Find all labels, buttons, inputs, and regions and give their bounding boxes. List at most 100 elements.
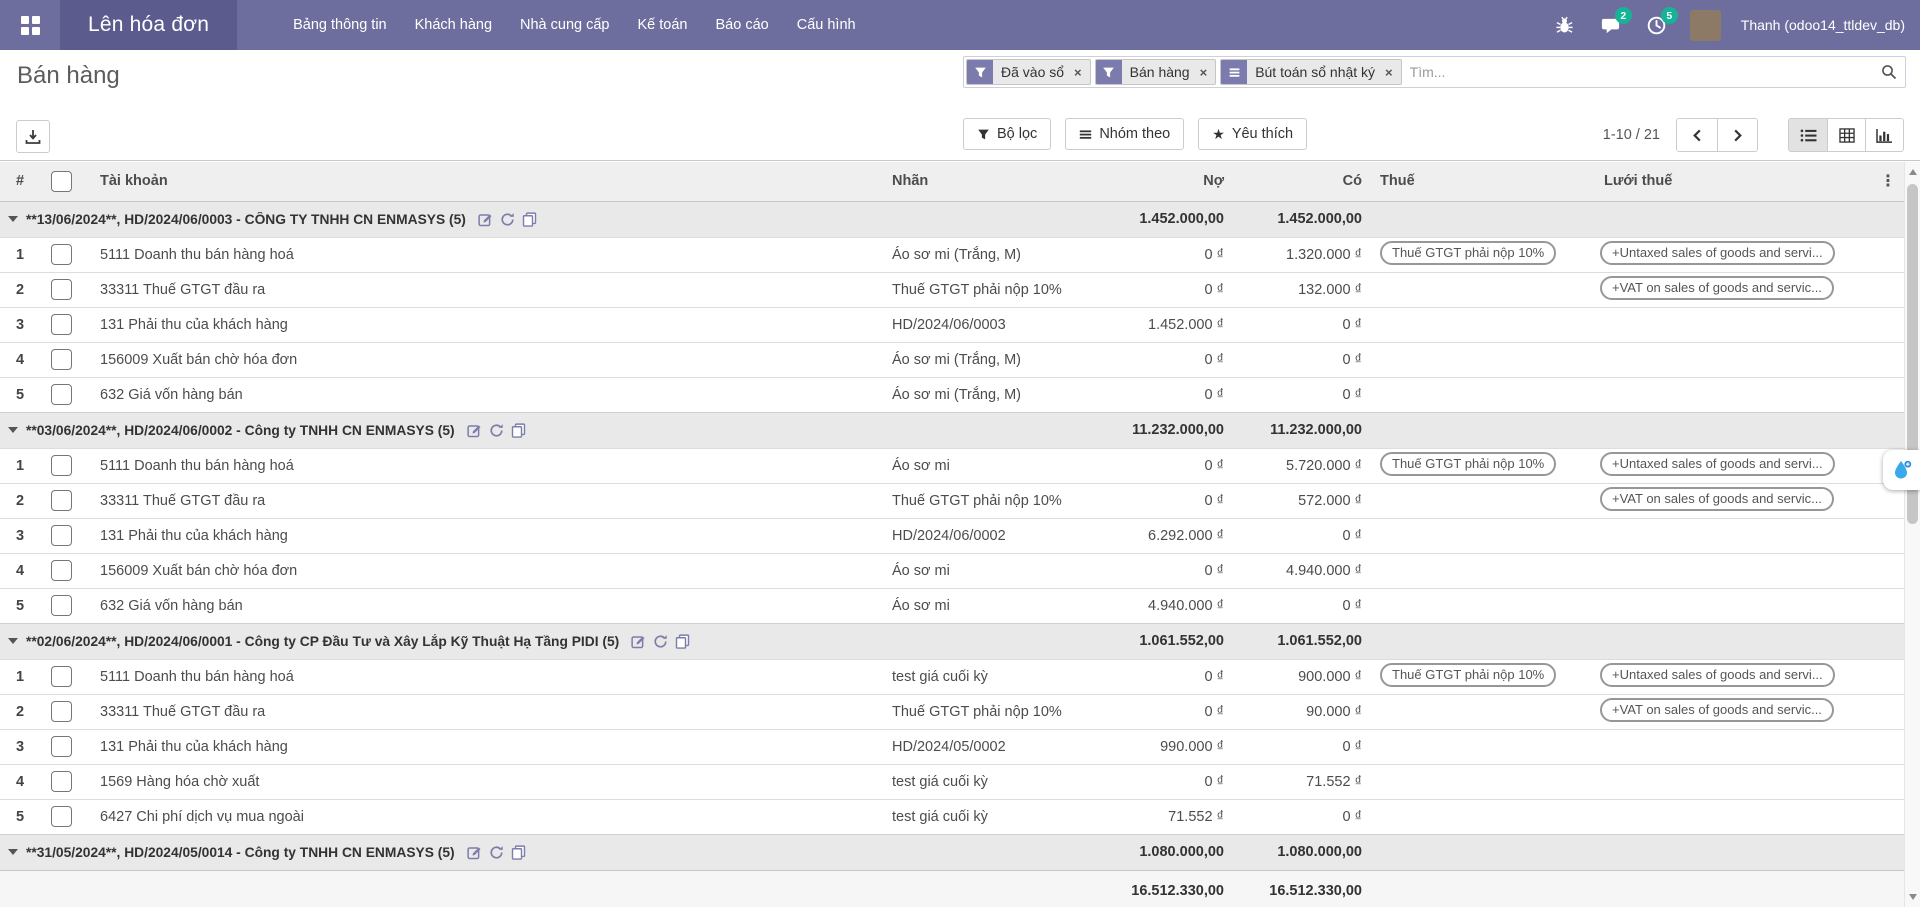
column-header-debit[interactable]: Nợ <box>1080 162 1232 201</box>
table-row[interactable]: 3131 Phải thu của khách hàngHD/2024/06/0… <box>0 307 1904 342</box>
nav-menu-3[interactable]: Kế toán <box>624 0 702 50</box>
account-cell[interactable]: 131 Phải thu của khách hàng <box>86 307 884 342</box>
optional-columns-toggle[interactable]: ⋮ <box>1872 162 1904 201</box>
credit-cell[interactable]: 0 ₫ <box>1232 799 1370 834</box>
debit-cell[interactable]: 990.000 ₫ <box>1080 729 1232 764</box>
credit-cell[interactable]: 0 ₫ <box>1232 729 1370 764</box>
apps-menu-button[interactable] <box>0 0 60 50</box>
table-row[interactable]: 56427 Chi phí dịch vụ mua ngoàitest giá … <box>0 799 1904 834</box>
table-row[interactable]: 3131 Phải thu của khách hàngHD/2024/05/0… <box>0 729 1904 764</box>
column-header-label[interactable]: Nhãn <box>884 162 1080 201</box>
table-row[interactable]: 15111 Doanh thu bán hàng hoáÁo sơ mi0 ₫5… <box>0 448 1904 483</box>
row-checkbox[interactable] <box>51 701 72 722</box>
debit-cell[interactable]: 6.292.000 ₫ <box>1080 518 1232 553</box>
graph-view-button[interactable] <box>1865 119 1903 151</box>
credit-cell[interactable]: 4.940.000 ₫ <box>1232 553 1370 588</box>
user-name[interactable]: Thanh (odoo14_ttldev_db) <box>1741 17 1905 33</box>
search-facet-0[interactable]: Đã vào sổ× <box>966 59 1091 85</box>
label-cell[interactable]: Thuế GTGT phải nộp 10% <box>884 694 1080 729</box>
list-view-button[interactable] <box>1789 119 1827 151</box>
credit-cell[interactable]: 0 ₫ <box>1232 307 1370 342</box>
label-cell[interactable]: HD/2024/05/0002 <box>884 729 1080 764</box>
account-cell[interactable]: 33311 Thuế GTGT đầu ra <box>86 483 884 518</box>
vertical-scrollbar[interactable] <box>1904 162 1920 907</box>
debit-cell[interactable]: 0 ₫ <box>1080 272 1232 307</box>
search-facet-2[interactable]: Bút toán sổ nhật ký× <box>1220 59 1401 85</box>
edit-entry-icon[interactable] <box>478 212 493 227</box>
credit-cell[interactable]: 0 ₫ <box>1232 377 1370 412</box>
nav-menu-1[interactable]: Khách hàng <box>401 0 506 50</box>
debit-cell[interactable]: 71.552 ₫ <box>1080 799 1232 834</box>
floating-capture-widget[interactable] <box>1883 450 1920 490</box>
row-checkbox[interactable] <box>51 595 72 616</box>
account-cell[interactable]: 5111 Doanh thu bán hàng hoá <box>86 448 884 483</box>
table-row[interactable]: 233311 Thuế GTGT đầu raThuế GTGT phải nộ… <box>0 694 1904 729</box>
row-checkbox[interactable] <box>51 560 72 581</box>
refresh-entry-icon[interactable] <box>500 212 515 227</box>
credit-cell[interactable]: 0 ₫ <box>1232 342 1370 377</box>
account-cell[interactable]: 632 Giá vốn hàng bán <box>86 588 884 623</box>
column-header-tax-grid[interactable]: Lưới thuế <box>1582 162 1872 201</box>
credit-cell[interactable]: 0 ₫ <box>1232 588 1370 623</box>
credit-cell[interactable]: 90.000 ₫ <box>1232 694 1370 729</box>
table-row[interactable]: 4156009 Xuất bán chờ hóa đơnÁo sơ mi (Tr… <box>0 342 1904 377</box>
group-by-button[interactable]: Nhóm theo <box>1065 118 1184 150</box>
table-row[interactable]: 41569 Hàng hóa chờ xuấttest giá cuối kỳ0… <box>0 764 1904 799</box>
pager-previous-button[interactable] <box>1677 119 1717 151</box>
table-row[interactable]: 15111 Doanh thu bán hàng hoáÁo sơ mi (Tr… <box>0 237 1904 272</box>
facet-remove-icon[interactable]: × <box>1383 60 1401 84</box>
group-row[interactable]: **31/05/2024**, HD/2024/05/0014 - Công t… <box>0 834 1904 870</box>
label-cell[interactable]: Áo sơ mi (Trắng, M) <box>884 377 1080 412</box>
debit-cell[interactable]: 0 ₫ <box>1080 764 1232 799</box>
label-cell[interactable]: Thuế GTGT phải nộp 10% <box>884 272 1080 307</box>
debit-cell[interactable]: 0 ₫ <box>1080 483 1232 518</box>
account-cell[interactable]: 5111 Doanh thu bán hàng hoá <box>86 659 884 694</box>
edit-entry-icon[interactable] <box>467 845 482 860</box>
row-checkbox[interactable] <box>51 771 72 792</box>
search-facet-1[interactable]: Bán hàng× <box>1095 59 1217 85</box>
duplicate-entry-icon[interactable] <box>675 634 690 649</box>
debit-cell[interactable]: 0 ₫ <box>1080 659 1232 694</box>
label-cell[interactable]: Áo sơ mi <box>884 553 1080 588</box>
label-cell[interactable]: HD/2024/06/0002 <box>884 518 1080 553</box>
nav-menu-5[interactable]: Cấu hình <box>783 0 870 50</box>
row-checkbox[interactable] <box>51 244 72 265</box>
debit-cell[interactable]: 0 ₫ <box>1080 448 1232 483</box>
credit-cell[interactable]: 572.000 ₫ <box>1232 483 1370 518</box>
label-cell[interactable]: Áo sơ mi (Trắng, M) <box>884 342 1080 377</box>
debit-cell[interactable]: 0 ₫ <box>1080 553 1232 588</box>
row-checkbox[interactable] <box>51 384 72 405</box>
column-header-account[interactable]: Tài khoản <box>86 162 884 201</box>
refresh-entry-icon[interactable] <box>653 634 668 649</box>
table-row[interactable]: 4156009 Xuất bán chờ hóa đơnÁo sơ mi0 ₫4… <box>0 553 1904 588</box>
duplicate-entry-icon[interactable] <box>522 212 537 227</box>
row-checkbox[interactable] <box>51 736 72 757</box>
activities-clock-icon[interactable]: 5 <box>1644 12 1670 38</box>
account-cell[interactable]: 6427 Chi phí dịch vụ mua ngoài <box>86 799 884 834</box>
credit-cell[interactable]: 5.720.000 ₫ <box>1232 448 1370 483</box>
label-cell[interactable]: Áo sơ mi <box>884 448 1080 483</box>
credit-cell[interactable]: 132.000 ₫ <box>1232 272 1370 307</box>
debit-cell[interactable]: 0 ₫ <box>1080 342 1232 377</box>
label-cell[interactable]: HD/2024/06/0003 <box>884 307 1080 342</box>
edit-entry-icon[interactable] <box>631 634 646 649</box>
column-header-credit[interactable]: Có <box>1232 162 1370 201</box>
row-checkbox[interactable] <box>51 806 72 827</box>
label-cell[interactable]: test giá cuối kỳ <box>884 799 1080 834</box>
debit-cell[interactable]: 4.940.000 ₫ <box>1080 588 1232 623</box>
credit-cell[interactable]: 900.000 ₫ <box>1232 659 1370 694</box>
table-row[interactable]: 5632 Giá vốn hàng bánÁo sơ mi4.940.000 ₫… <box>0 588 1904 623</box>
debit-cell[interactable]: 1.452.000 ₫ <box>1080 307 1232 342</box>
debit-cell[interactable]: 0 ₫ <box>1080 377 1232 412</box>
label-cell[interactable]: Thuế GTGT phải nộp 10% <box>884 483 1080 518</box>
table-row[interactable]: 233311 Thuế GTGT đầu raThuế GTGT phải nộ… <box>0 272 1904 307</box>
user-avatar[interactable] <box>1690 10 1721 41</box>
nav-menu-0[interactable]: Bảng thông tin <box>279 0 401 50</box>
group-row[interactable]: **02/06/2024**, HD/2024/06/0001 - Công t… <box>0 623 1904 659</box>
filters-button[interactable]: Bộ lọc <box>963 118 1051 150</box>
pivot-view-button[interactable] <box>1827 119 1865 151</box>
edit-entry-icon[interactable] <box>467 423 482 438</box>
search-bar[interactable]: Đã vào sổ×Bán hàng×Bút toán sổ nhật ký× <box>963 56 1906 88</box>
account-cell[interactable]: 1569 Hàng hóa chờ xuất <box>86 764 884 799</box>
app-name[interactable]: Lên hóa đơn <box>60 0 237 50</box>
